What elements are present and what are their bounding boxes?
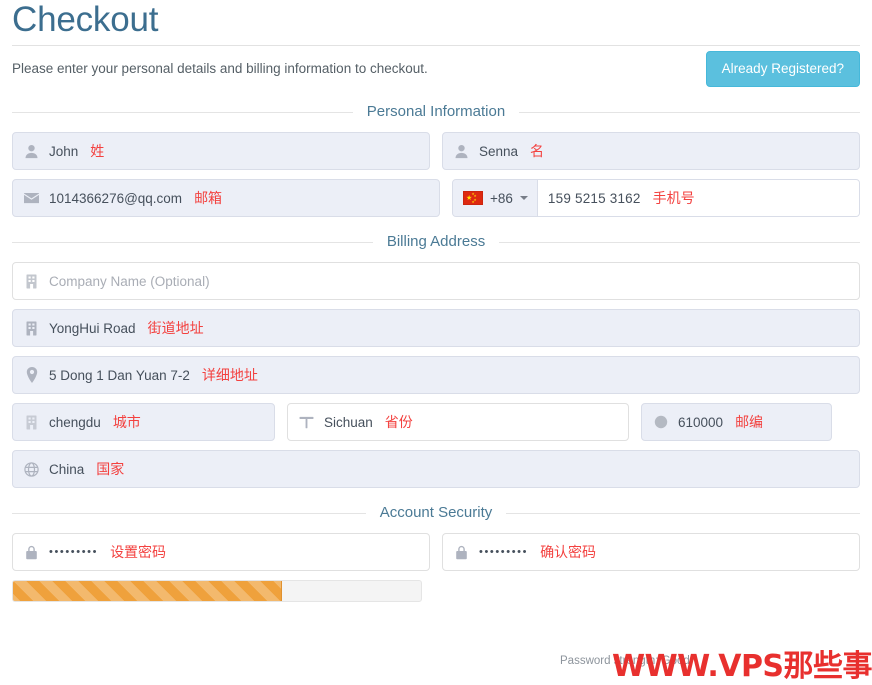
city-state-zip-row: chengdu 城市 Sichuan 省份 610000 邮编	[12, 403, 860, 441]
password-annotation: 设置密码	[110, 545, 167, 561]
phone-value: 159 5215 3162	[547, 190, 641, 206]
password-strength-row	[12, 580, 860, 602]
dial-code-value: +86	[490, 190, 513, 206]
confirm-password-value: •••••••••	[479, 545, 529, 558]
country-code-selector[interactable]: ★ ★ ★ ★ ★ +86	[453, 180, 538, 216]
street-address-field[interactable]: YongHui Road 街道地址	[12, 309, 860, 347]
section-header-personal: Personal Information	[12, 103, 860, 121]
country-row: China 国家	[12, 450, 860, 488]
map-icon	[298, 414, 315, 431]
city-annotation: 城市	[112, 415, 141, 431]
divider-line-right	[519, 111, 860, 113]
divider-line-right	[499, 241, 861, 243]
country-value: China	[49, 461, 85, 477]
email-field[interactable]: 1014366276@qq.com 邮箱	[12, 179, 440, 217]
phone-annotation: 手机号	[652, 191, 695, 207]
country-field[interactable]: China 国家	[12, 450, 860, 488]
city-field[interactable]: chengdu 城市	[12, 403, 275, 441]
checkout-page: Checkout Please enter your personal deta…	[0, 0, 872, 684]
section-header-billing: Billing Address	[12, 233, 861, 251]
state-value: Sichuan	[324, 414, 373, 430]
street-row: YongHui Road 街道地址	[12, 309, 860, 347]
building-icon	[23, 320, 40, 337]
country-annotation: 国家	[96, 462, 125, 478]
last-name-annotation: 名	[530, 144, 545, 160]
email-value: 1014366276@qq.com	[49, 190, 183, 206]
password-strength-fill	[13, 581, 283, 601]
section-label-billing: Billing Address	[386, 233, 486, 250]
last-name-field[interactable]: Senna 名	[442, 132, 860, 170]
address2-row: 5 Dong 1 Dan Yuan 7-2 详细地址	[12, 356, 860, 394]
first-name-field[interactable]: John 姓	[12, 132, 430, 170]
city-value: chengdu	[49, 414, 101, 430]
divider-line-left	[12, 512, 366, 514]
globe-icon	[23, 461, 40, 478]
address-line-2-field[interactable]: 5 Dong 1 Dan Yuan 7-2 详细地址	[12, 356, 860, 394]
chevron-down-icon	[519, 196, 528, 200]
zip-annotation: 邮编	[735, 415, 764, 431]
last-name-value: Senna	[479, 143, 519, 159]
intro-row: Please enter your personal details and b…	[12, 46, 860, 87]
section-label-personal: Personal Information	[366, 103, 506, 120]
contact-row: 1014366276@qq.com 邮箱 ★ ★ ★ ★ ★ +86 159 5…	[12, 179, 860, 217]
first-name-value: John	[49, 143, 79, 159]
password-value: •••••••••	[49, 545, 99, 558]
city-icon	[23, 414, 40, 431]
already-registered-button[interactable]: Already Registered?	[705, 51, 860, 87]
street-address-annotation: 街道地址	[147, 321, 204, 337]
street-address-value: YongHui Road	[49, 320, 136, 336]
password-strength-meter	[12, 580, 422, 602]
name-row: John 姓 Senna 名	[12, 132, 860, 170]
section-label-security: Account Security	[379, 504, 493, 521]
page-title: Checkout	[12, 0, 159, 39]
intro-text: Please enter your personal details and b…	[12, 61, 428, 76]
building-icon	[23, 273, 40, 290]
phone-input[interactable]: 159 5215 3162 手机号	[537, 180, 859, 216]
divider-line-right	[506, 512, 860, 514]
circle-icon	[652, 414, 669, 431]
lock-icon	[23, 544, 40, 561]
divider-line-left	[12, 241, 373, 243]
password-strength-label: Password strength: Good	[560, 655, 690, 667]
state-annotation: 省份	[384, 415, 413, 431]
password-row: ••••••••• 设置密码 ••••••••• 确认密码	[12, 533, 860, 571]
password-field[interactable]: ••••••••• 设置密码	[12, 533, 430, 571]
zip-value: 610000	[678, 414, 724, 430]
envelope-icon	[23, 190, 40, 207]
state-field[interactable]: Sichuan 省份	[287, 403, 629, 441]
address-line-2-annotation: 详细地址	[201, 368, 258, 384]
first-name-annotation: 姓	[90, 144, 105, 160]
lock-icon	[453, 544, 470, 561]
confirm-password-annotation: 确认密码	[540, 545, 597, 561]
company-name-placeholder: Company Name (Optional)	[49, 273, 210, 289]
confirm-password-field[interactable]: ••••••••• 确认密码	[442, 533, 860, 571]
section-header-security: Account Security	[12, 504, 860, 522]
email-annotation: 邮箱	[194, 191, 223, 207]
zip-field[interactable]: 610000 邮编	[641, 403, 832, 441]
company-row: Company Name (Optional)	[12, 262, 860, 300]
user-icon	[23, 143, 40, 160]
company-name-field[interactable]: Company Name (Optional)	[12, 262, 860, 300]
map-pin-icon	[23, 367, 40, 384]
flag-cn-icon: ★ ★ ★ ★ ★	[463, 191, 483, 205]
phone-field[interactable]: ★ ★ ★ ★ ★ +86 159 5215 3162 手机号	[452, 179, 860, 217]
divider-line-left	[12, 111, 353, 113]
address-line-2-value: 5 Dong 1 Dan Yuan 7-2	[49, 367, 190, 383]
user-icon	[453, 143, 470, 160]
